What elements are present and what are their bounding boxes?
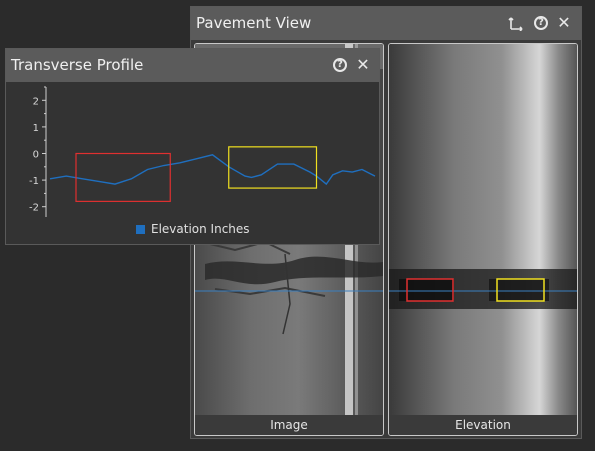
y-tick-label: -2 [29, 203, 39, 214]
elevation-image[interactable] [389, 44, 577, 415]
axes-move-icon[interactable] [507, 14, 525, 32]
image-panel-label: Image [195, 415, 383, 435]
pavement-view-titlebar[interactable]: Pavement View ? ✕ [191, 7, 581, 40]
elevation-panel-label: Elevation [389, 415, 577, 435]
legend-swatch [136, 224, 145, 234]
elevation-panel[interactable]: Elevation [388, 43, 578, 436]
close-icon[interactable]: ✕ [354, 56, 372, 74]
red-annotation-box [75, 152, 171, 202]
y-tick-label: 1 [33, 123, 39, 134]
transverse-profile-titlebar[interactable]: Transverse Profile ? ✕ [6, 49, 379, 82]
elevation-series-line [49, 154, 376, 186]
y-tick-label: 2 [33, 96, 39, 107]
transverse-profile-title: Transverse Profile [11, 56, 144, 74]
legend-label: Elevation Inches [151, 222, 250, 236]
pavement-view-title: Pavement View [196, 14, 312, 32]
help-icon[interactable]: ? [331, 56, 349, 74]
y-tick-label: 0 [33, 150, 39, 161]
profile-chart: 2 1 0 -1 -2 [29, 86, 376, 221]
y-tick-label: -1 [29, 176, 39, 187]
close-icon[interactable]: ✕ [555, 14, 573, 32]
chart-legend: Elevation Inches [136, 222, 250, 236]
help-icon[interactable]: ? [532, 14, 550, 32]
profile-chart-area: 2 1 0 -1 -2 Elevation Inches [6, 82, 379, 244]
transverse-profile-window: Transverse Profile ? ✕ 2 1 0 -1 -2 Elevation… [5, 48, 380, 245]
